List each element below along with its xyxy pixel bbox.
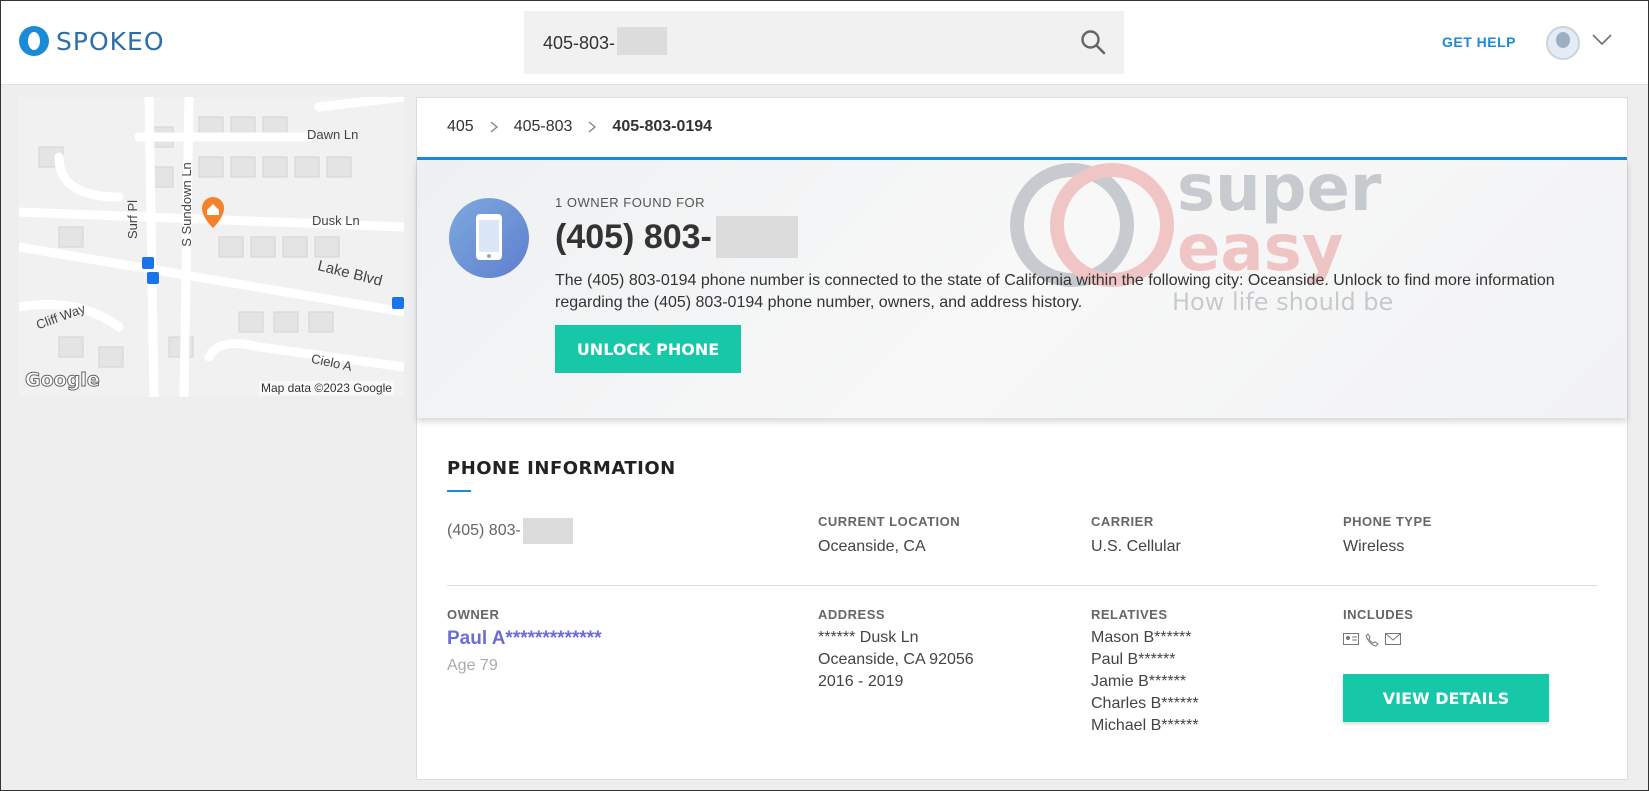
- mobile-phone-icon: [449, 198, 529, 278]
- street-label: Surf Pl: [125, 199, 141, 240]
- breadcrumb-current: 405-803-0194: [612, 118, 713, 135]
- email-icon: [1385, 633, 1401, 645]
- address-line: ****** Dusk Ln: [818, 629, 919, 646]
- relatives-list: Mason B****** Paul B****** Jamie B******…: [1091, 627, 1199, 737]
- phone-type-label: PHONE TYPE: [1343, 514, 1432, 529]
- current-location-label: CURRENT LOCATION: [818, 514, 961, 529]
- phone-number-value: (405) 803-: [447, 522, 521, 539]
- includes-icons: [1343, 633, 1401, 647]
- spokeo-logo[interactable]: SPOKEO: [19, 26, 165, 56]
- redacted-block: [522, 518, 573, 544]
- view-details-button[interactable]: VIEW DETAILS: [1343, 674, 1549, 722]
- includes-label: INCLUDES: [1343, 607, 1414, 622]
- search-icon[interactable]: [1080, 29, 1106, 55]
- relative-item: Paul B******: [1091, 651, 1176, 668]
- phone-icon: [1365, 633, 1379, 647]
- redacted-block: [617, 27, 667, 55]
- get-help-link[interactable]: GET HELP: [1442, 34, 1516, 50]
- location-map[interactable]: Dawn Ln Dusk Ln Lake Blvd Surf Pl S Sund…: [19, 97, 404, 397]
- relative-item: Michael B******: [1091, 717, 1199, 734]
- map-credit: Map data ©2023 Google: [259, 381, 394, 395]
- logo-mark-icon: [19, 26, 49, 56]
- phone-number-small: (405) 803-: [447, 518, 573, 544]
- phone-number-text: (405) 803-: [555, 217, 712, 256]
- redacted-block: [715, 216, 798, 258]
- search-input[interactable]: 405-803-: [543, 33, 615, 54]
- owner-summary: super easy How life should be 1 OWNER FO…: [417, 160, 1627, 418]
- title-underline: [447, 490, 471, 492]
- phone-type-value: Wireless: [1343, 538, 1405, 555]
- relative-item: Mason B******: [1091, 629, 1192, 646]
- breadcrumb-item[interactable]: 405: [447, 118, 474, 136]
- unlock-phone-button[interactable]: UNLOCK PHONE: [555, 325, 741, 373]
- chevron-right-icon: [490, 121, 498, 133]
- chevron-down-icon[interactable]: [1591, 33, 1613, 47]
- search-bar[interactable]: 405-803-: [524, 11, 1124, 74]
- row-divider: [447, 585, 1597, 586]
- breadcrumb-item[interactable]: 405-803: [514, 118, 573, 136]
- owner-name-link[interactable]: Paul A*************: [447, 628, 602, 650]
- id-card-icon: [1343, 633, 1359, 645]
- relatives-label: RELATIVES: [1091, 607, 1168, 622]
- phone-description: The (405) 803-0194 phone number is conne…: [555, 272, 1555, 311]
- phone-number-heading: (405) 803-: [555, 216, 798, 258]
- logo-text: SPOKEO: [56, 26, 165, 56]
- chevron-right-icon: [588, 121, 597, 133]
- address-line: 2016 - 2019: [818, 673, 904, 690]
- address-label: ADDRESS: [818, 607, 886, 622]
- google-logo: Google: [25, 369, 101, 392]
- street-label: Dusk Ln: [312, 213, 360, 228]
- address-block: ****** Dusk Ln Oceanside, CA 92056 2016 …: [818, 627, 974, 693]
- street-label: Dawn Ln: [307, 127, 359, 142]
- relative-item: Jamie B******: [1091, 673, 1187, 690]
- address-line: Oceanside, CA 92056: [818, 651, 974, 668]
- top-header: SPOKEO 405-803- GET HELP: [1, 1, 1648, 85]
- owner-label: OWNER: [447, 607, 500, 622]
- phone-result-card: 405 405-803 405-803-0194 super easy How …: [416, 97, 1628, 780]
- owners-found-label: 1 OWNER FOUND FOR: [555, 195, 706, 210]
- carrier-value: U.S. Cellular: [1091, 538, 1181, 555]
- map-canvas: [19, 97, 404, 397]
- avatar-icon[interactable]: [1546, 26, 1580, 60]
- relative-item: Charles B******: [1091, 695, 1199, 712]
- owner-age: Age 79: [447, 657, 498, 674]
- street-label: S Sundown Ln: [178, 162, 194, 247]
- current-location-value: Oceanside, CA: [818, 538, 926, 555]
- section-title: PHONE INFORMATION: [447, 458, 676, 479]
- breadcrumb: 405 405-803 405-803-0194: [447, 118, 712, 136]
- carrier-label: CARRIER: [1091, 514, 1154, 529]
